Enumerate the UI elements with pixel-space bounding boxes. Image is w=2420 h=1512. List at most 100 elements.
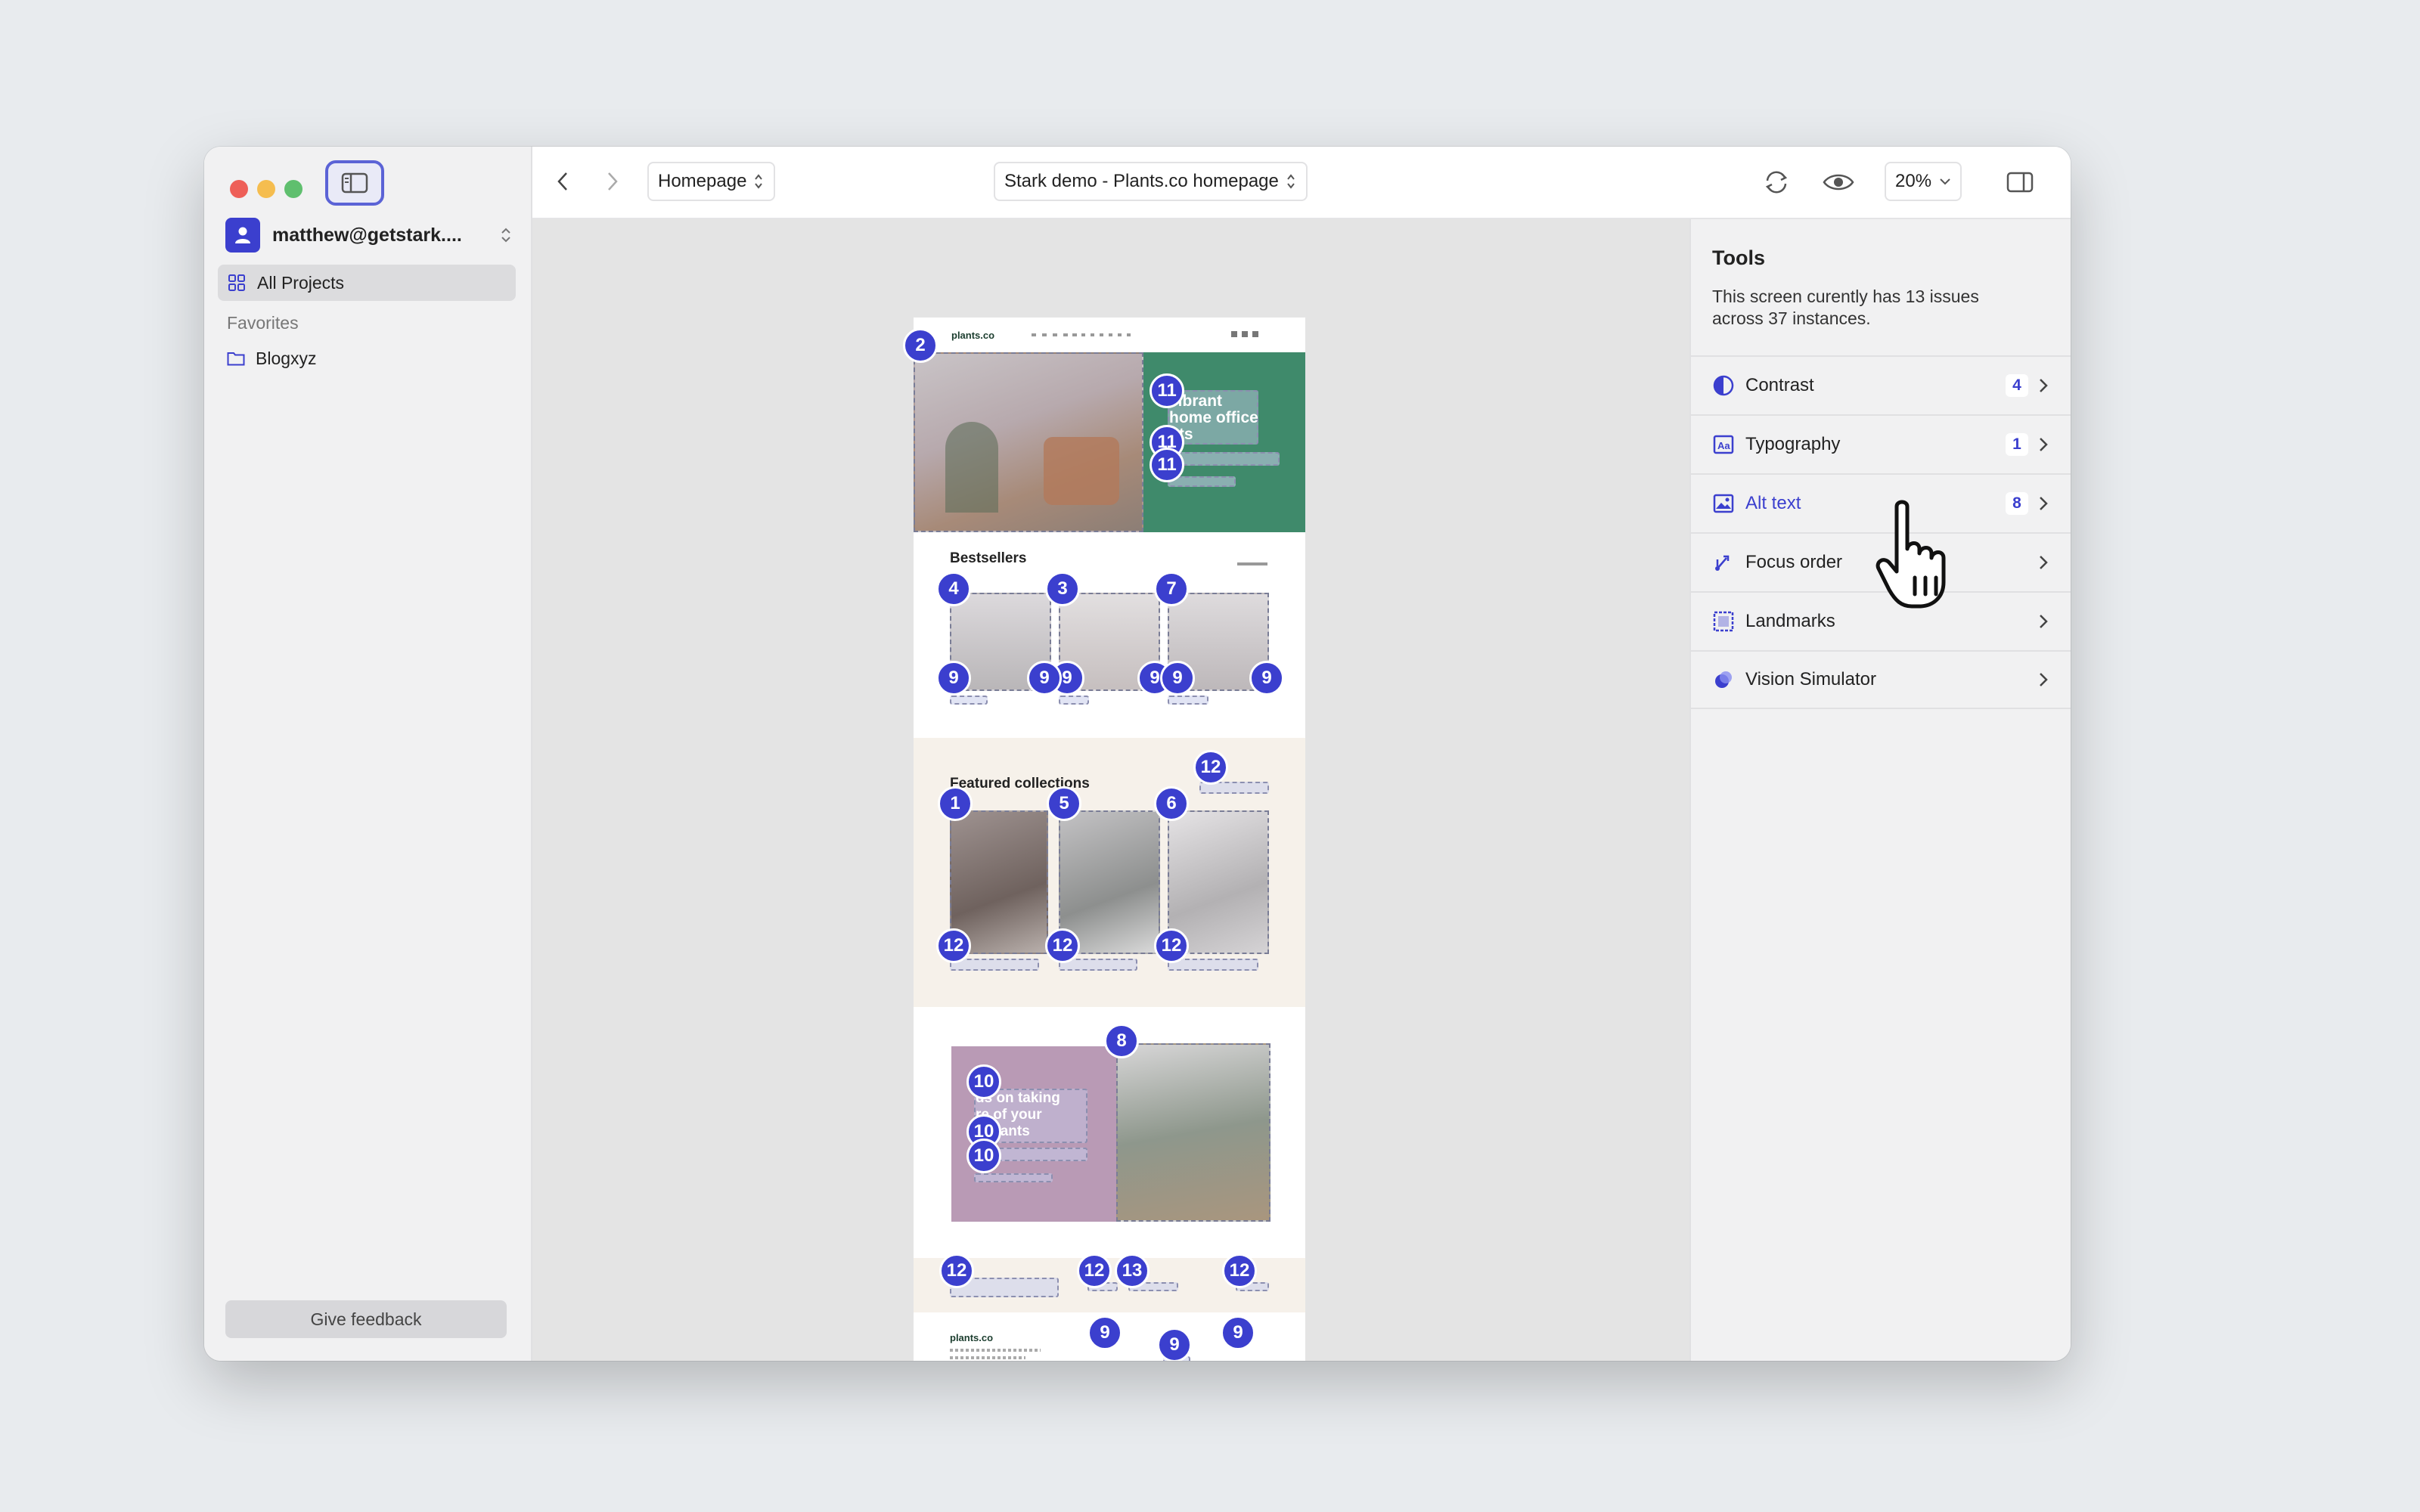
tool-label: Typography: [1745, 434, 1841, 454]
issue-badge[interactable]: 9: [1087, 1315, 1122, 1350]
issue-badge[interactable]: 1: [938, 786, 973, 821]
issue-badge[interactable]: 12: [1154, 928, 1189, 963]
issue-badge[interactable]: 9: [1249, 661, 1284, 696]
sidebar-item-blogxyz[interactable]: Blogxyz: [227, 343, 317, 373]
tool-contrast[interactable]: Contrast 4: [1691, 355, 2071, 414]
issue-badge[interactable]: 12: [939, 1253, 974, 1288]
zoom-select[interactable]: 20%: [1885, 162, 1962, 201]
issue-badge[interactable]: 7: [1154, 572, 1189, 606]
refresh-button[interactable]: [1759, 165, 1794, 200]
hero-chair-shape: [1044, 437, 1119, 505]
issue-badge[interactable]: 8: [1104, 1024, 1139, 1058]
chevron-right-icon: [608, 172, 618, 191]
project-select-value: Stark demo - Plants.co homepage: [1004, 171, 1279, 191]
design-page-preview[interactable]: plants.co vibrant home office nts Bestse…: [903, 318, 1305, 1361]
sidebar-toggle-button[interactable]: [325, 160, 384, 206]
favorites-heading: Favorites: [227, 313, 299, 333]
give-feedback-button[interactable]: Give feedback: [225, 1300, 507, 1338]
tool-label: Contrast: [1745, 375, 1814, 395]
minimize-window-button[interactable]: [257, 180, 275, 198]
tools-description: This screen curently has 13 issues acros…: [1712, 287, 1979, 328]
toggle-panel-button[interactable]: [2003, 165, 2037, 200]
issue-badge[interactable]: 10: [966, 1139, 1001, 1173]
zoom-window-button[interactable]: [284, 180, 302, 198]
folder-icon: [227, 352, 245, 366]
issue-count-badge: 8: [2006, 492, 2028, 515]
grid-icon: [228, 274, 245, 291]
page-select[interactable]: Homepage: [647, 162, 776, 201]
footer-text: [950, 1356, 1025, 1359]
issue-count-badge: 1: [2006, 433, 2028, 456]
issue-badge[interactable]: 12: [1222, 1253, 1257, 1288]
chevron-right-icon: [2039, 553, 2051, 572]
issue-badge[interactable]: 9: [936, 661, 971, 696]
project-select[interactable]: Stark demo - Plants.co homepage: [994, 162, 1308, 201]
hero-plant-shape: [945, 422, 998, 513]
footer-text: [950, 1349, 1041, 1352]
issue-count-badge: 4: [2006, 374, 2028, 397]
issue-badge[interactable]: 6: [1154, 786, 1189, 821]
footer-logo: plants.co: [950, 1332, 994, 1343]
issue-badge[interactable]: 3: [1045, 572, 1080, 606]
sidebar-item-all-projects[interactable]: All Projects: [218, 265, 516, 301]
view-all-link: [1237, 562, 1267, 565]
issue-badge[interactable]: 12: [1045, 928, 1080, 963]
eye-icon: [1823, 174, 1854, 191]
account-name: matthew@getstark....: [272, 224, 462, 246]
issue-badge[interactable]: 2: [903, 328, 938, 363]
care-image: [1116, 1043, 1270, 1222]
tool-vision-simulator[interactable]: Vision Simulator: [1691, 650, 2071, 709]
issue-badge[interactable]: 10: [966, 1064, 1001, 1099]
tools-panel: Tools This screen curently has 13 issues…: [1689, 219, 2071, 1361]
preview-button[interactable]: [1821, 165, 1856, 200]
tool-typography[interactable]: Aa Typography 1: [1691, 414, 2071, 473]
toolbar: Homepage Stark demo - Plants.co homepage…: [532, 147, 2071, 219]
issue-badge[interactable]: 11: [1150, 373, 1184, 408]
issue-badge[interactable]: 12: [936, 928, 971, 963]
issue-badge[interactable]: 5: [1047, 786, 1081, 821]
hero-subtext-box: [1168, 452, 1280, 466]
typography-icon: Aa: [1712, 433, 1735, 456]
tool-label: Vision Simulator: [1745, 669, 1876, 689]
landmarks-icon: [1712, 610, 1735, 633]
forward-button[interactable]: [597, 166, 628, 197]
chevron-right-icon: [2039, 435, 2051, 454]
issue-badge[interactable]: 12: [1193, 750, 1228, 785]
chevron-right-icon: [2039, 376, 2051, 395]
page-logo: plants.co: [951, 330, 995, 341]
right-panel-icon: [2006, 172, 2034, 193]
issue-badge[interactable]: 12: [1077, 1253, 1112, 1288]
issue-badge[interactable]: 13: [1115, 1253, 1150, 1288]
app-window: matthew@getstark.... All Projects Favori…: [204, 147, 2071, 1361]
bestseller-name-box: [950, 696, 988, 705]
issue-badge[interactable]: 9: [1221, 1315, 1255, 1350]
chevron-down-icon: [1940, 178, 1950, 185]
sidebar: matthew@getstark.... All Projects Favori…: [204, 147, 532, 1361]
issue-badge[interactable]: 9: [1027, 661, 1062, 696]
chevron-left-icon: [557, 172, 567, 191]
contrast-icon: [1712, 374, 1735, 397]
hero-image: [914, 352, 1143, 532]
alt-text-icon: [1712, 492, 1735, 515]
issue-badge[interactable]: 11: [1150, 448, 1184, 482]
design-canvas[interactable]: plants.co vibrant home office nts Bestse…: [532, 219, 1689, 1361]
close-window-button[interactable]: [230, 180, 248, 198]
chevron-updown-icon: [499, 224, 513, 246]
back-button[interactable]: [548, 166, 578, 197]
bestseller-name-box: [1059, 696, 1089, 705]
hero-heading-line-2: home office: [1169, 409, 1258, 426]
tool-label: Landmarks: [1745, 611, 1835, 631]
bestsellers-title: Bestsellers: [950, 550, 1027, 566]
issue-badge[interactable]: 9: [1157, 1328, 1192, 1361]
svg-text:Aa: Aa: [1717, 440, 1730, 451]
featured-caption-box: [1168, 959, 1258, 971]
chevron-right-icon: [2039, 670, 2051, 689]
chevron-updown-icon: [755, 174, 763, 189]
page-select-value: Homepage: [658, 171, 747, 191]
user-avatar-icon: [225, 218, 260, 253]
issue-badge[interactable]: 4: [936, 572, 971, 606]
focus-order-icon: [1712, 551, 1735, 574]
account-switcher[interactable]: matthew@getstark....: [225, 216, 513, 254]
issue-badge[interactable]: 9: [1160, 661, 1195, 696]
tools-title: Tools: [1712, 246, 1765, 269]
